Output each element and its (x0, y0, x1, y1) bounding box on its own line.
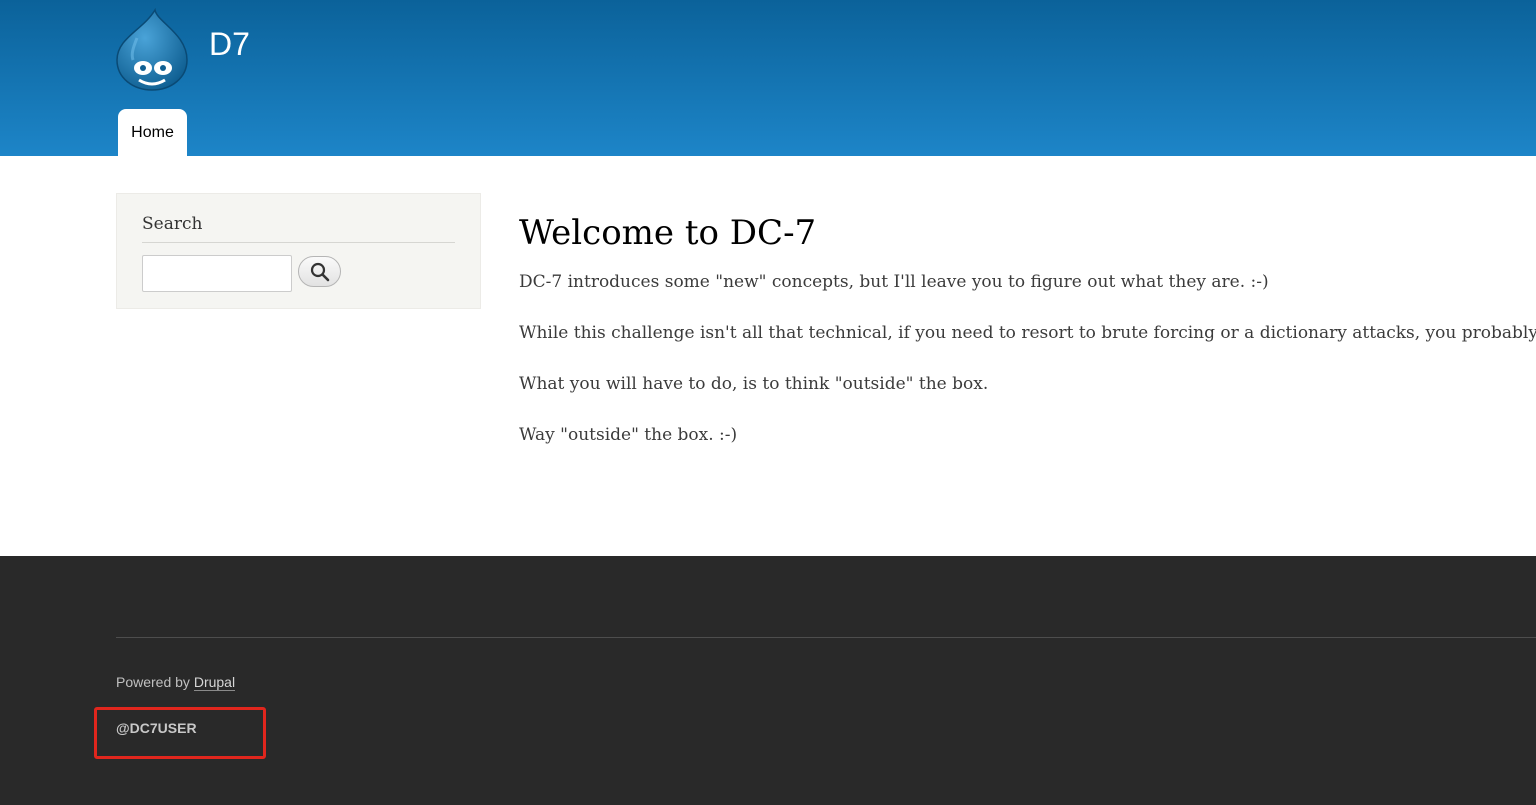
site-name[interactable]: D7 (209, 26, 250, 63)
main-content: Welcome to DC-7 DC-7 introduces some "ne… (519, 212, 1536, 474)
content-paragraph: Way "outside" the box. :-) (519, 425, 738, 445)
content-paragraph: DC-7 introduces some "new" concepts, but… (519, 272, 1269, 292)
search-divider (142, 242, 455, 243)
highlight-annotation-box (94, 707, 266, 759)
content-paragraph: What you will have to do, is to think "o… (519, 374, 989, 394)
footer-divider (116, 637, 1536, 638)
powered-by: Powered by Drupal (116, 674, 236, 691)
search-block-title: Search (142, 214, 203, 234)
drupal-logo-icon[interactable] (113, 7, 191, 92)
drupal-link[interactable]: Drupal (193, 674, 236, 691)
page-title: Welcome to DC-7 (519, 213, 817, 253)
search-button[interactable] (298, 256, 341, 287)
tab-home[interactable]: Home (118, 109, 187, 156)
powered-by-text: Powered by (116, 674, 194, 690)
search-input[interactable] (142, 255, 292, 292)
site-header: D7 Home (0, 0, 1536, 156)
site-footer: Powered by Drupal @DC7USER (0, 556, 1536, 805)
search-icon (310, 262, 330, 282)
search-block: Search (116, 193, 481, 309)
content-paragraph: While this challenge isn't all that tech… (519, 323, 1536, 343)
